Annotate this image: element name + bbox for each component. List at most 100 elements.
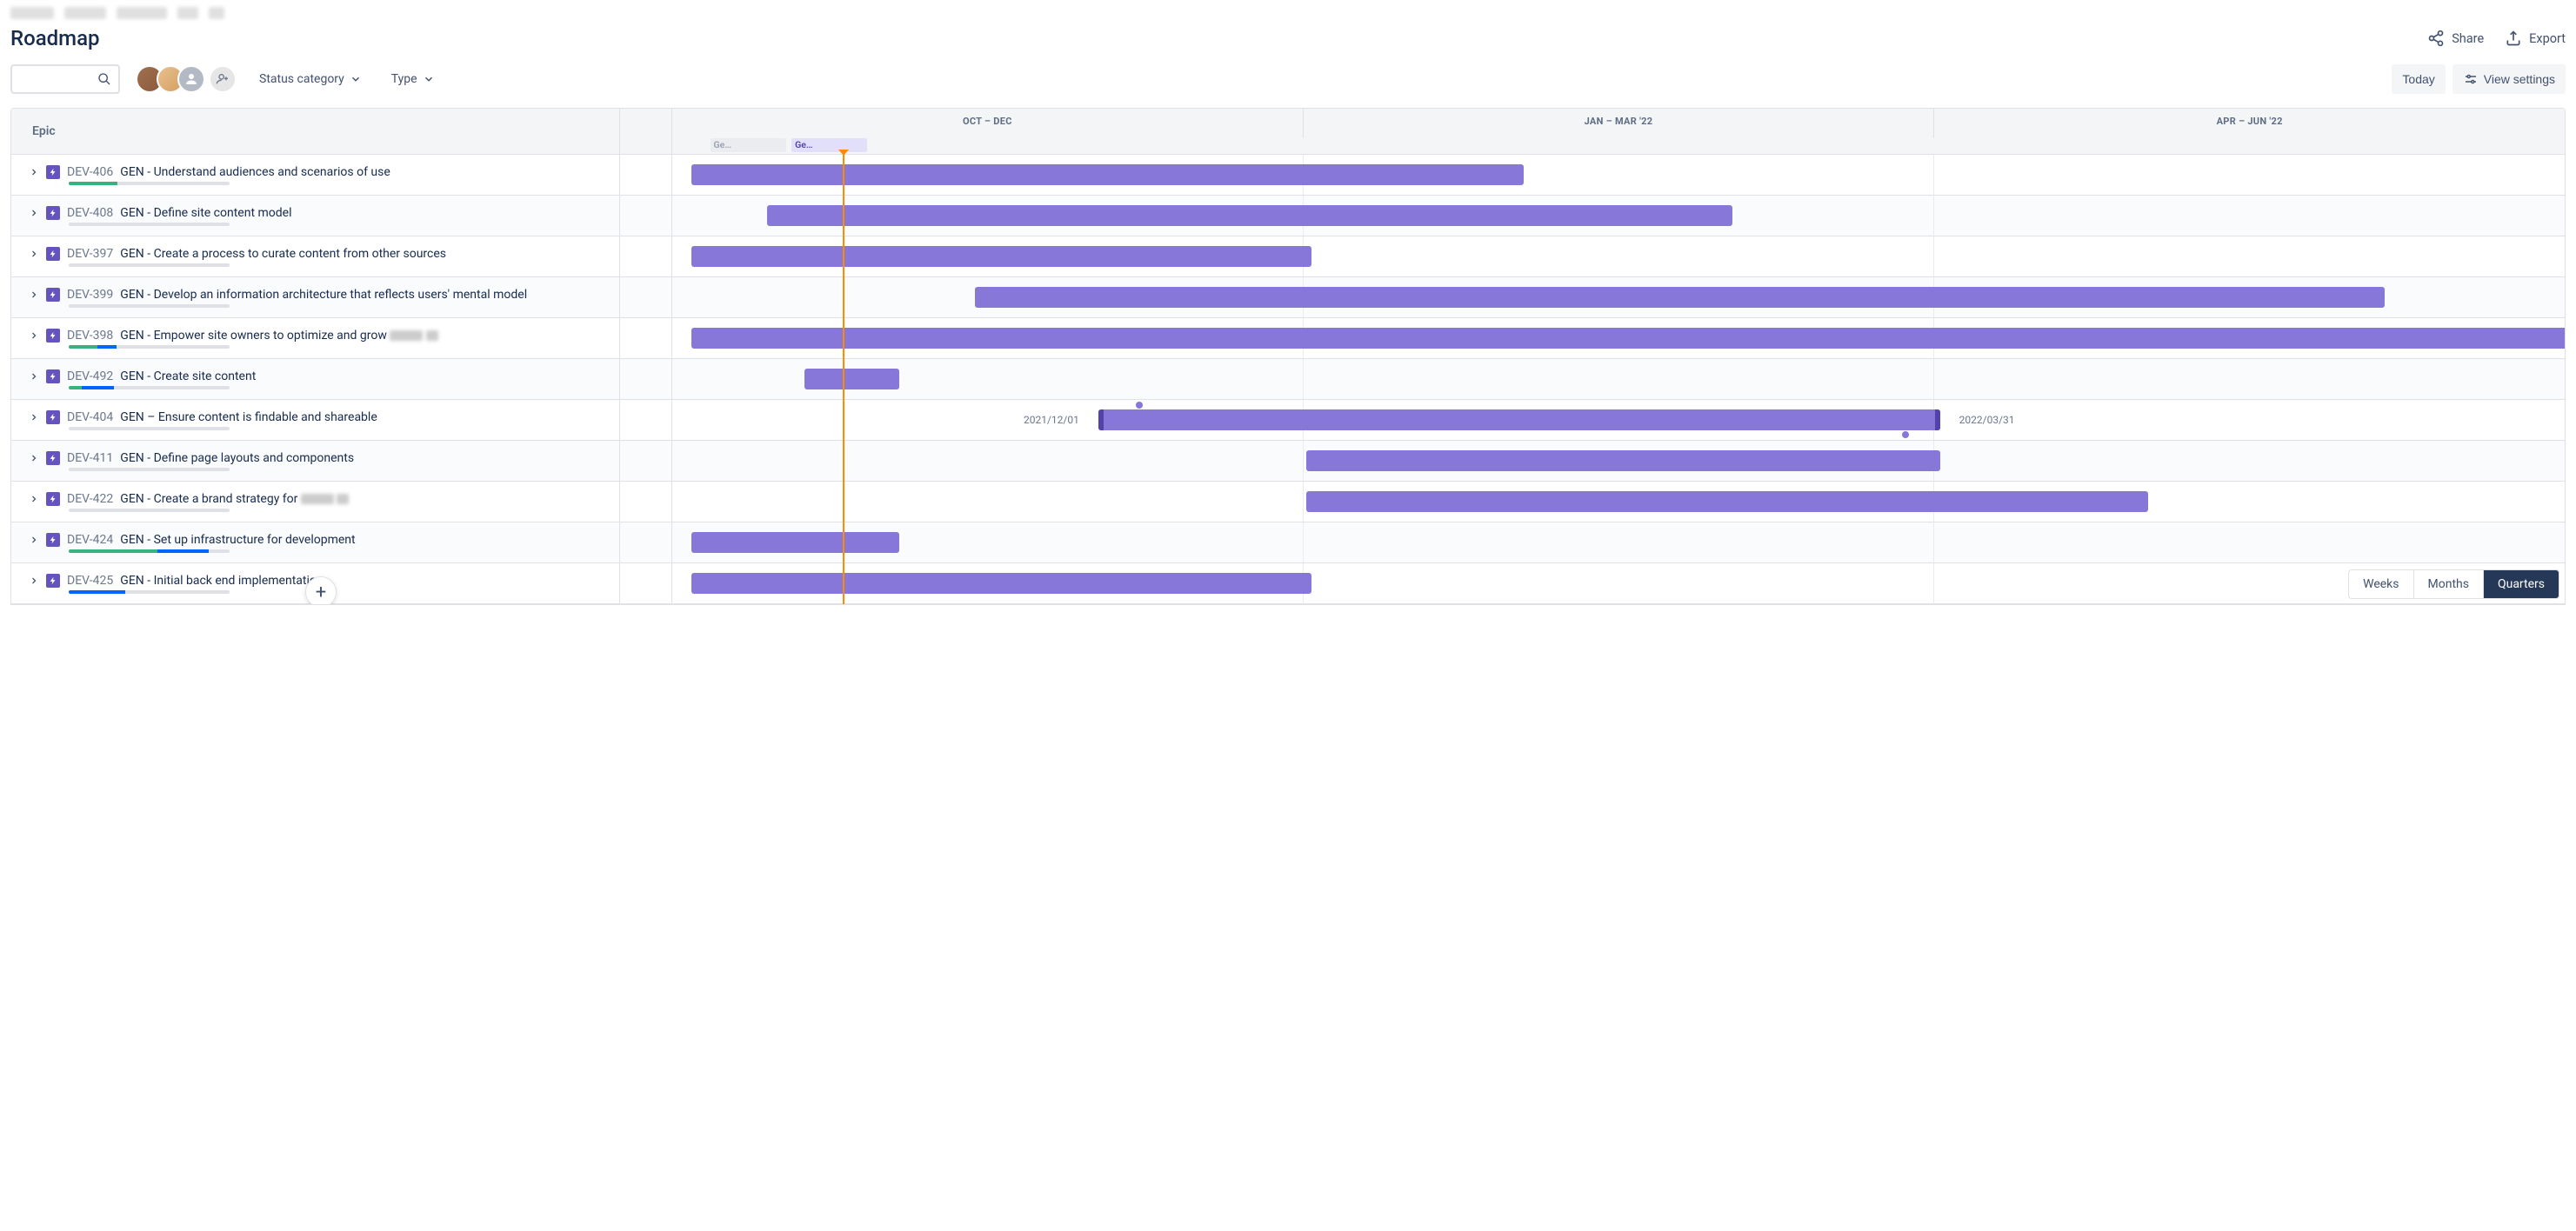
epic-bar[interactable] — [691, 246, 1312, 267]
epic-key: DEV-425 — [67, 574, 113, 588]
epic-type-icon — [46, 329, 60, 343]
epic-type-icon — [46, 492, 60, 506]
chevron-right-icon[interactable] — [29, 535, 39, 545]
chevron-right-icon[interactable] — [29, 330, 39, 341]
epic-bar[interactable] — [691, 532, 899, 553]
epic-cell[interactable]: DEV-397GEN - Create a process to curate … — [11, 236, 620, 276]
chevron-right-icon[interactable] — [29, 371, 39, 382]
share-button[interactable]: Share — [2427, 30, 2484, 47]
type-filter[interactable]: Type — [384, 67, 442, 91]
progress-bar — [69, 386, 230, 389]
filter-label: Type — [391, 72, 417, 86]
today-label: Today — [2402, 72, 2434, 86]
status-category-filter[interactable]: Status category — [252, 67, 369, 91]
epic-bar[interactable] — [691, 573, 1312, 594]
epic-bar[interactable] — [767, 205, 1732, 226]
zoom-weeks-button[interactable]: Weeks — [2349, 570, 2413, 598]
epic-bar[interactable] — [1306, 491, 2148, 512]
epic-cell[interactable]: DEV-424 GEN - Set up infrastructure for d… — [11, 522, 620, 562]
epic-cell[interactable]: DEV-411 GEN - Define page layouts and com… — [11, 441, 620, 481]
epic-bar[interactable] — [804, 369, 899, 389]
chevron-right-icon[interactable] — [29, 494, 39, 504]
share-icon — [2427, 30, 2445, 47]
epic-cell[interactable]: DEV-406 GEN - Understand audiences and sc… — [11, 155, 620, 195]
avatar[interactable] — [177, 65, 205, 93]
epic-row: DEV-411 GEN - Define page layouts and com… — [11, 441, 2565, 482]
epic-cell[interactable]: DEV-492GEN - Create site content — [11, 359, 620, 399]
zoom-quarters-button[interactable]: Quarters — [2484, 570, 2559, 598]
chevron-right-icon[interactable] — [29, 289, 39, 300]
timeline-period: JAN – MAR '22 — [1304, 109, 1935, 138]
epic-row: DEV-408GEN - Define site content model — [11, 196, 2565, 236]
progress-bar — [69, 182, 230, 185]
release-tag[interactable]: Ge… — [711, 138, 786, 152]
zoom-months-button[interactable]: Months — [2414, 570, 2484, 598]
add-user-button[interactable] — [209, 65, 237, 93]
epic-row: DEV-492GEN - Create site content — [11, 359, 2565, 400]
add-epic-button[interactable]: + — [305, 576, 337, 605]
chevron-right-icon[interactable] — [29, 249, 39, 259]
epic-type-icon — [46, 247, 60, 261]
release-tag[interactable]: Ge… — [791, 138, 867, 152]
epic-row: DEV-422GEN - Create a brand strategy for — [11, 482, 2565, 522]
export-button[interactable]: Export — [2505, 30, 2566, 47]
chevron-right-icon[interactable] — [29, 167, 39, 177]
epic-type-icon — [46, 369, 60, 383]
roadmap: Epic OCT – DECJAN – MAR '22APR – JUN '22… — [10, 108, 2566, 605]
epic-bar[interactable] — [691, 164, 1524, 185]
epic-row: DEV-425 GEN - Initial back end implementa… — [11, 563, 2565, 604]
chevron-down-icon — [423, 73, 435, 85]
epic-type-icon — [46, 288, 60, 302]
timeline-cell — [672, 522, 2565, 562]
chevron-right-icon[interactable] — [29, 576, 39, 586]
timeline-period: OCT – DEC — [672, 109, 1304, 138]
epic-title: GEN - Define page layouts and components — [120, 451, 354, 465]
chevron-right-icon[interactable] — [29, 208, 39, 218]
epic-key: DEV-399 — [67, 288, 113, 302]
view-settings-button[interactable]: View settings — [2453, 64, 2566, 94]
progress-bar — [69, 427, 230, 430]
epic-type-icon — [46, 574, 60, 588]
bar-end-date: 2022/03/31 — [1959, 414, 2015, 426]
spacer — [620, 522, 672, 562]
epic-key: DEV-424 — [67, 533, 113, 547]
epic-cell[interactable]: DEV-399GEN - Develop an information arch… — [11, 277, 620, 317]
epic-cell[interactable]: DEV-422GEN - Create a brand strategy for — [11, 482, 620, 522]
breadcrumb — [10, 0, 2566, 23]
epic-row: DEV-398GEN - Empower site owners to opti… — [11, 318, 2565, 359]
epic-bar[interactable] — [691, 328, 2565, 349]
epic-bar[interactable] — [975, 287, 2385, 308]
epic-title: GEN - Set up infrastructure for developm… — [120, 533, 355, 547]
bar-start-date: 2021/12/01 — [1024, 414, 1079, 426]
timeline-cell — [672, 155, 2565, 195]
roadmap-body: DEV-406 GEN - Understand audiences and sc… — [11, 155, 2565, 604]
page-title: Roadmap — [10, 26, 100, 50]
epic-key: DEV-411 — [67, 451, 113, 465]
today-marker-icon — [838, 150, 849, 156]
epic-row: DEV-399GEN - Develop an information arch… — [11, 277, 2565, 318]
progress-bar — [69, 468, 230, 471]
epic-cell[interactable]: DEV-404GEN – Ensure content is findable … — [11, 400, 620, 440]
timeline-cell — [672, 563, 2565, 603]
epic-cell[interactable]: DEV-408GEN - Define site content model — [11, 196, 620, 236]
search-input[interactable] — [10, 64, 120, 94]
timeline-cell: 2021/12/01 2022/03/31 — [672, 400, 2565, 440]
epic-cell[interactable]: DEV-398GEN - Empower site owners to opti… — [11, 318, 620, 358]
epic-key: DEV-398 — [67, 329, 113, 343]
epic-bar[interactable] — [1098, 409, 1940, 430]
epic-key: DEV-406 — [67, 165, 113, 179]
today-button[interactable]: Today — [2392, 64, 2445, 94]
timeline-header: OCT – DECJAN – MAR '22APR – JUN '22 Ge…G… — [672, 109, 2565, 154]
timeline-cell — [672, 196, 2565, 236]
timeline-cell — [672, 277, 2565, 317]
spacer — [620, 277, 672, 317]
epic-title: GEN - Initial back end implementation — [120, 574, 323, 588]
epic-title: GEN - Create a brand strategy for — [120, 492, 349, 506]
epic-title: GEN - Understand audiences and scenarios… — [120, 165, 390, 179]
spacer — [620, 196, 672, 236]
epic-bar[interactable] — [1306, 450, 1940, 471]
chevron-right-icon[interactable] — [29, 453, 39, 463]
share-label: Share — [2452, 31, 2484, 46]
chevron-right-icon[interactable] — [29, 412, 39, 423]
spacer-column — [620, 109, 672, 154]
